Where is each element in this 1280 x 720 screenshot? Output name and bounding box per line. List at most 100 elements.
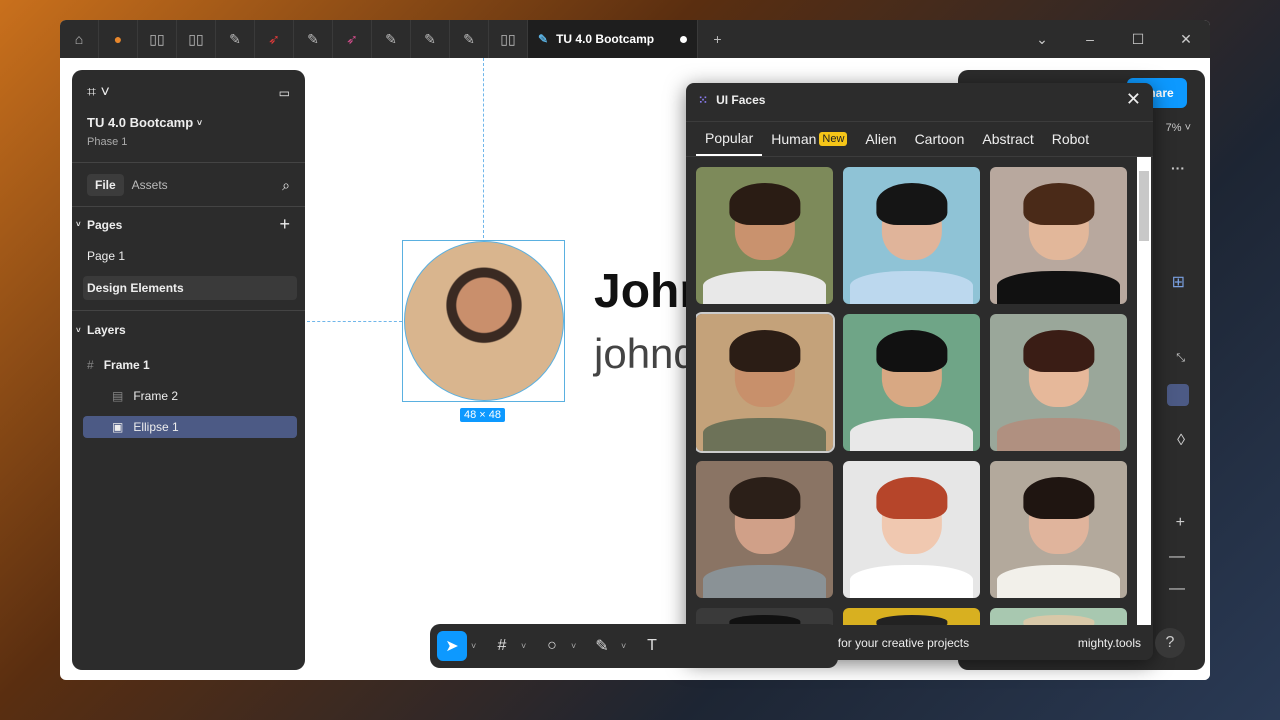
frame-icon: # <box>87 358 94 372</box>
close-icon[interactable]: ✕ <box>1126 89 1141 110</box>
avatar-body <box>849 565 974 598</box>
avatar-hair <box>875 614 948 625</box>
avatar-hair <box>1022 183 1095 225</box>
zoom-level[interactable]: 7% ˅ <box>1166 122 1191 134</box>
file-tab[interactable]: ➶ <box>255 20 294 58</box>
tab-file[interactable]: File <box>87 174 124 196</box>
close-button[interactable]: ✕ <box>1162 31 1210 48</box>
tab-list-button[interactable]: ⌄ <box>1018 31 1066 48</box>
avatar-hair <box>728 477 801 519</box>
search-icon[interactable]: ⌕ <box>282 177 290 194</box>
tab-label: Popular <box>705 130 754 146</box>
avatar-thumbnail[interactable] <box>990 314 1127 451</box>
tab-cartoon[interactable]: Cartoon <box>906 122 974 156</box>
pen-icon: ✎ <box>385 30 397 47</box>
bottom-toolbar: ➤ ˅ # ˅ ○ ˅ ✎ ˅ T <box>430 624 838 668</box>
file-tab[interactable]: ✎ <box>294 20 333 58</box>
tab-robot[interactable]: Robot <box>1043 122 1098 156</box>
rocket-icon: ➶ <box>268 30 280 47</box>
avatar-thumbnail[interactable] <box>990 461 1127 598</box>
tab-human[interactable]: Human New <box>762 122 856 156</box>
chevron-down-icon[interactable]: ˅ <box>621 641 633 651</box>
file-tab[interactable]: ✎ <box>411 20 450 58</box>
file-tab[interactable]: ▯▯ <box>138 20 177 58</box>
flame-icon: ● <box>113 31 123 47</box>
pen-tool[interactable]: ✎ <box>587 631 617 661</box>
chevron-icon[interactable]: ˅ <box>76 326 87 335</box>
file-tab[interactable]: ▯▯ <box>177 20 216 58</box>
mighty-tools-link[interactable]: mighty.tools <box>1078 636 1141 650</box>
avatar-thumbnail[interactable] <box>990 167 1127 304</box>
help-button[interactable]: ? <box>1155 628 1185 658</box>
file-tab[interactable]: ✎ <box>372 20 411 58</box>
add-auto-layout-icon[interactable]: ⊞ <box>1172 272 1185 292</box>
avatar-thumbnail[interactable] <box>696 608 833 625</box>
file-name[interactable]: TU 4.0 Bootcamp <box>87 115 193 130</box>
tab-tu-bootcamp[interactable]: ✎ TU 4.0 Bootcamp <box>528 20 698 58</box>
chevron-down-icon[interactable]: ˅ <box>571 641 583 651</box>
chevron-down-icon[interactable]: ˅ <box>521 641 533 651</box>
avatar-body <box>702 565 827 598</box>
layer-item[interactable]: Frame 2 <box>133 389 178 403</box>
avatar-thumbnail[interactable] <box>990 608 1127 625</box>
avatar-thumbnail[interactable] <box>843 167 980 304</box>
left-panel: ⌗ ˅ ▭ TU 4.0 Bootcamp ˅ Phase 1 File Asse… <box>72 70 305 670</box>
move-tool[interactable]: ➤ <box>437 631 467 661</box>
layer-item[interactable]: Frame 1 <box>104 358 150 372</box>
layer-item-selected[interactable]: Ellipse 1 <box>133 420 178 434</box>
frame-tool[interactable]: # <box>487 631 517 661</box>
chevron-icon[interactable]: ˅ <box>76 220 87 229</box>
canvas-subtitle-text[interactable]: johnd <box>594 330 697 378</box>
avatar-thumbnail[interactable] <box>696 167 833 304</box>
frame-icon: # <box>497 637 507 654</box>
drop-icon[interactable]: ◊ <box>1177 432 1185 450</box>
size-badge: 48 × 48 <box>460 408 506 422</box>
page-item[interactable]: Page 1 <box>87 249 125 263</box>
avatar-hair <box>875 183 948 225</box>
remove-icon[interactable]: — <box>1169 548 1185 566</box>
project-name[interactable]: Phase 1 <box>87 136 127 148</box>
tab-assets[interactable]: Assets <box>132 178 168 192</box>
file-tab[interactable]: ➶ <box>333 20 372 58</box>
page-item-active[interactable]: Design Elements <box>87 281 184 295</box>
avatar-thumbnail[interactable] <box>696 312 835 453</box>
sidebar-toggle-icon[interactable]: ▭ <box>279 86 290 100</box>
tab-popular[interactable]: Popular <box>696 122 763 156</box>
tab-alien[interactable]: Alien <box>856 122 905 156</box>
more-icon[interactable]: ··· <box>1171 160 1185 176</box>
avatar-thumbnail[interactable] <box>843 314 980 451</box>
maximize-button[interactable]: ☐ <box>1114 31 1162 48</box>
file-tab[interactable]: ▯▯ <box>489 20 528 58</box>
selection-box[interactable] <box>402 240 565 402</box>
avatar-body <box>996 565 1121 598</box>
file-tab[interactable]: ● <box>99 20 138 58</box>
add-fill-icon[interactable]: + <box>1176 514 1185 532</box>
scrollbar[interactable] <box>1137 157 1151 625</box>
add-page-icon[interactable]: + <box>279 214 290 235</box>
window-controls: ⌄ – ☐ ✕ <box>1018 31 1210 48</box>
ellipse-avatar[interactable] <box>404 241 564 401</box>
avatar-body <box>702 418 827 451</box>
file-tab[interactable]: ✎ <box>216 20 255 58</box>
scrollbar-thumb[interactable] <box>1139 171 1149 241</box>
constrain-proportions-toggle[interactable] <box>1167 384 1189 406</box>
shape-tool[interactable]: ○ <box>537 631 567 661</box>
minimize-button[interactable]: – <box>1066 31 1114 48</box>
resize-icon[interactable]: ⤡ <box>1176 352 1185 365</box>
ui-faces-plugin: ⁙ UI Faces ✕ Popular Human New Alien Cart… <box>686 83 1153 660</box>
new-tab-button[interactable]: + <box>698 20 737 58</box>
avatar-thumbnail[interactable] <box>696 461 833 598</box>
figma-menu-icon[interactable]: ⌗ ˅ <box>87 84 110 102</box>
tab-bar: ⌂ ● ▯▯ ▯▯ ✎ ➶ ✎ ➶ ✎ ✎ ✎ ▯▯ ✎ TU 4.0 Bootc… <box>60 20 1210 58</box>
avatar-thumbnail[interactable] <box>843 461 980 598</box>
guide-line <box>483 58 484 238</box>
chevron-down-icon[interactable]: ˅ <box>471 641 483 651</box>
text-tool[interactable]: T <box>637 631 667 661</box>
avatar-thumbnail[interactable] <box>843 608 980 625</box>
tab-abstract[interactable]: Abstract <box>973 122 1042 156</box>
tab-label: Human <box>771 131 817 147</box>
plugin-grid-icon: ⁙ <box>698 93 709 107</box>
remove-icon[interactable]: — <box>1169 580 1185 598</box>
home-tab[interactable]: ⌂ <box>60 20 99 58</box>
file-tab[interactable]: ✎ <box>450 20 489 58</box>
